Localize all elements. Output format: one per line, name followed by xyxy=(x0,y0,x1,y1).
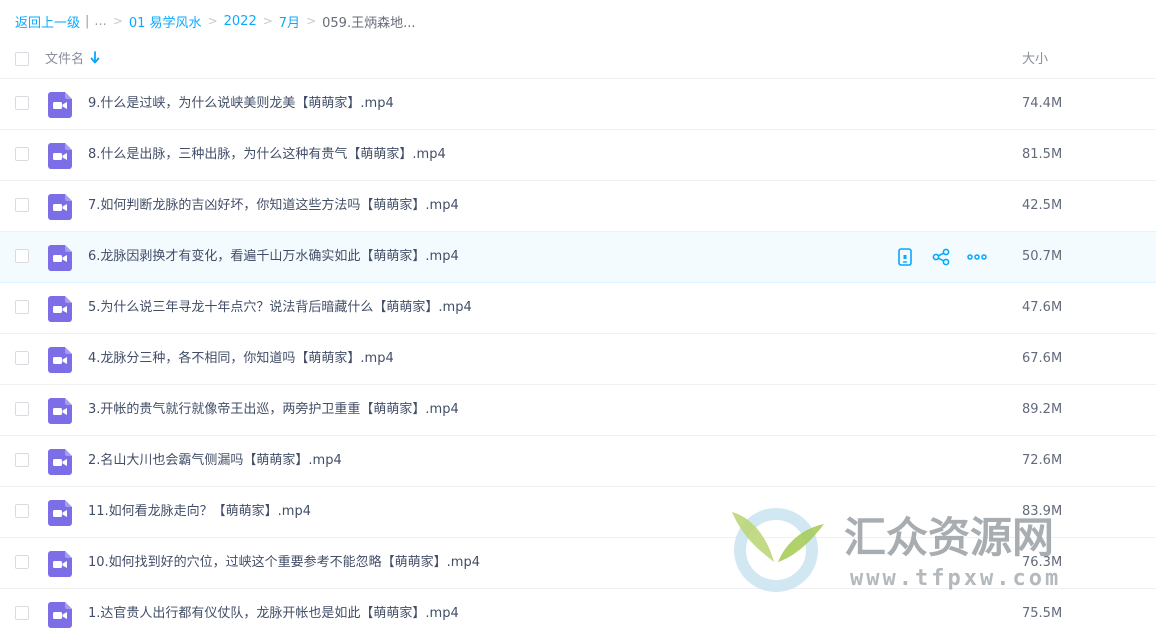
video-file-icon xyxy=(48,602,72,628)
video-file-icon xyxy=(48,296,72,322)
file-name[interactable]: 5.为什么说三年寻龙十年点穴？说法背后暗藏什么【萌萌家】.mp4 xyxy=(88,283,472,333)
file-name[interactable]: 9.什么是过峡，为什么说峡美则龙美【萌萌家】.mp4 xyxy=(88,79,394,129)
file-size: 76.3M xyxy=(1022,555,1063,570)
file-name[interactable]: 3.开帐的贵气就行就像帝王出巡，两旁护卫重重【萌萌家】.mp4 xyxy=(88,385,459,435)
file-size: 89.2M xyxy=(1022,402,1063,417)
row-checkbox[interactable] xyxy=(15,402,29,416)
file-browser: 返回上一级 | ... > 01 易学风水 > 2022 > 7月 > 059.… xyxy=(0,0,1156,637)
file-size: 75.5M xyxy=(1022,606,1063,621)
row-checkbox[interactable] xyxy=(15,351,29,365)
breadcrumb: 返回上一级 | ... > 01 易学风水 > 2022 > 7月 > 059.… xyxy=(15,11,415,31)
video-file-icon xyxy=(48,449,72,475)
table-row[interactable]: 6.龙脉因剥换才有变化，看遍千山万水确实如此【萌萌家】.mp4 50.7M xyxy=(0,232,1156,283)
file-name[interactable]: 10.如何找到好的穴位，过峡这个重要参考不能忽略【萌萌家】.mp4 xyxy=(88,538,480,588)
breadcrumb-sep-pipe: | xyxy=(85,13,90,29)
table-row[interactable]: 11.如何看龙脉走向？【萌萌家】.mp4 83.9M xyxy=(0,487,1156,538)
row-checkbox[interactable] xyxy=(15,504,29,518)
row-checkbox[interactable] xyxy=(15,198,29,212)
breadcrumb-separator: > xyxy=(262,14,273,28)
breadcrumb-ellipsis[interactable]: ... xyxy=(94,14,106,29)
row-checkbox[interactable] xyxy=(15,453,29,467)
more-icon[interactable] xyxy=(967,247,987,267)
file-size: 67.6M xyxy=(1022,351,1063,366)
breadcrumb-separator: > xyxy=(207,14,218,28)
breadcrumb-item[interactable]: 01 易学风水 xyxy=(129,12,202,31)
row-checkbox[interactable] xyxy=(15,300,29,314)
row-checkbox[interactable] xyxy=(15,147,29,161)
row-checkbox[interactable] xyxy=(15,96,29,110)
breadcrumb-item[interactable]: 7月 xyxy=(279,12,300,31)
file-name[interactable]: 4.龙脉分三种，各不相同，你知道吗【萌萌家】.mp4 xyxy=(88,334,394,384)
table-header: 文件名 大小 xyxy=(0,40,1156,79)
file-size: 50.7M xyxy=(1022,249,1063,264)
file-size: 83.9M xyxy=(1022,504,1063,519)
table-row[interactable]: 10.如何找到好的穴位，过峡这个重要参考不能忽略【萌萌家】.mp4 76.3M xyxy=(0,538,1156,589)
table-row[interactable]: 5.为什么说三年寻龙十年点穴？说法背后暗藏什么【萌萌家】.mp4 47.6M xyxy=(0,283,1156,334)
video-file-icon xyxy=(48,92,72,118)
row-checkbox[interactable] xyxy=(15,606,29,620)
table-row[interactable]: 1.达官贵人出行都有仪仗队，龙脉开帐也是如此【萌萌家】.mp4 75.5M xyxy=(0,589,1156,637)
share-icon[interactable] xyxy=(931,247,951,267)
file-name[interactable]: 11.如何看龙脉走向？【萌萌家】.mp4 xyxy=(88,487,311,537)
breadcrumb-separator: > xyxy=(112,14,123,28)
table-row[interactable]: 3.开帐的贵气就行就像帝王出巡，两旁护卫重重【萌萌家】.mp4 89.2M xyxy=(0,385,1156,436)
video-file-icon xyxy=(48,347,72,373)
row-checkbox[interactable] xyxy=(15,249,29,263)
table-row[interactable]: 8.什么是出脉，三种出脉，为什么这种有贵气【萌萌家】.mp4 81.5M xyxy=(0,130,1156,181)
column-header-size[interactable]: 大小 xyxy=(1022,48,1048,67)
file-size: 42.5M xyxy=(1022,198,1063,213)
file-name[interactable]: 2.名山大川也会霸气侧漏吗【萌萌家】.mp4 xyxy=(88,436,342,486)
back-link[interactable]: 返回上一级 xyxy=(15,12,80,31)
file-size: 47.6M xyxy=(1022,300,1063,315)
column-header-name[interactable]: 文件名 xyxy=(45,48,100,67)
table-row[interactable]: 4.龙脉分三种，各不相同，你知道吗【萌萌家】.mp4 67.6M xyxy=(0,334,1156,385)
video-file-icon xyxy=(48,143,72,169)
phone-icon[interactable] xyxy=(895,247,915,267)
video-file-icon xyxy=(48,194,72,220)
sort-down-arrow-icon[interactable] xyxy=(90,50,100,65)
table-row[interactable]: 2.名山大川也会霸气侧漏吗【萌萌家】.mp4 72.6M xyxy=(0,436,1156,487)
video-file-icon xyxy=(48,398,72,424)
file-name[interactable]: 8.什么是出脉，三种出脉，为什么这种有贵气【萌萌家】.mp4 xyxy=(88,130,446,180)
breadcrumb-current: 059.王炳森地... xyxy=(322,15,416,31)
file-name[interactable]: 6.龙脉因剥换才有变化，看遍千山万水确实如此【萌萌家】.mp4 xyxy=(88,232,459,282)
video-file-icon xyxy=(48,245,72,271)
table-row[interactable]: 9.什么是过峡，为什么说峡美则龙美【萌萌家】.mp4 74.4M xyxy=(0,79,1156,130)
file-list: 9.什么是过峡，为什么说峡美则龙美【萌萌家】.mp4 74.4M 8.什么是出脉，三… xyxy=(0,79,1156,637)
breadcrumb-item[interactable]: 2022 xyxy=(224,14,257,29)
table-row[interactable]: 7.如何判断龙脉的吉凶好坏，你知道这些方法吗【萌萌家】.mp4 42.5M xyxy=(0,181,1156,232)
video-file-icon xyxy=(48,551,72,577)
breadcrumb-separator: > xyxy=(306,14,317,28)
file-name[interactable]: 7.如何判断龙脉的吉凶好坏，你知道这些方法吗【萌萌家】.mp4 xyxy=(88,181,459,231)
file-size: 74.4M xyxy=(1022,96,1063,111)
file-name[interactable]: 1.达官贵人出行都有仪仗队，龙脉开帐也是如此【萌萌家】.mp4 xyxy=(88,589,459,637)
select-all-checkbox[interactable] xyxy=(15,52,29,66)
file-size: 81.5M xyxy=(1022,147,1063,162)
column-header-name-label: 文件名 xyxy=(45,52,85,67)
row-checkbox[interactable] xyxy=(15,555,29,569)
video-file-icon xyxy=(48,500,72,526)
file-size: 72.6M xyxy=(1022,453,1063,468)
row-actions xyxy=(895,247,987,267)
